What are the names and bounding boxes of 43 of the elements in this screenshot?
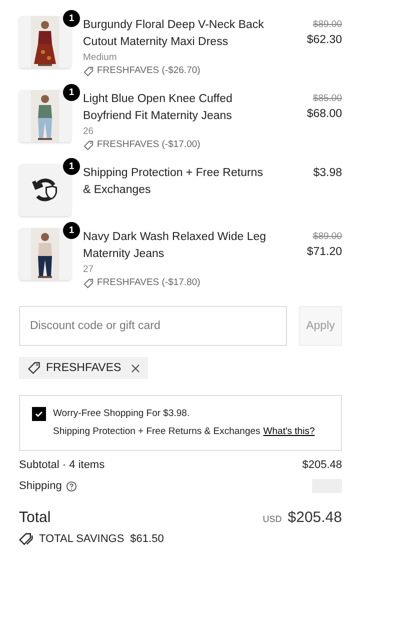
shipping-label: Shipping bbox=[19, 480, 62, 492]
discount-code-text: FRESHFAVES bbox=[46, 362, 122, 374]
quantity-badge: 1 bbox=[63, 158, 80, 175]
original-price: $89.00 bbox=[312, 18, 342, 32]
help-icon[interactable] bbox=[66, 480, 77, 492]
total-label: Total bbox=[19, 509, 51, 526]
checkbox[interactable] bbox=[32, 407, 46, 421]
close-icon[interactable] bbox=[131, 364, 140, 372]
savings-value: $61.50 bbox=[130, 533, 164, 545]
quantity-badge: 1 bbox=[63, 84, 80, 101]
total-value: $205.48 bbox=[288, 509, 342, 526]
variant-text: Medium bbox=[83, 51, 118, 64]
whats-this-link[interactable]: What's this? bbox=[263, 426, 315, 437]
protection-title: Worry-Free Shopping For $3.98. bbox=[53, 407, 191, 421]
discount-text: FRESHFAVES (-$17.80) bbox=[97, 276, 200, 290]
quantity-badge: 1 bbox=[63, 10, 80, 27]
protection-description: Shipping Protection + Free Returns & Exchanges bbox=[53, 426, 260, 437]
price: $71.20 bbox=[306, 245, 342, 260]
product-name: Shipping Protection + Free Returns & Exchanges bbox=[83, 166, 264, 198]
product-name: Navy Dark Wash Relaxed Wide Leg Maternity Jeans bbox=[83, 230, 268, 262]
tag-icon bbox=[27, 361, 41, 375]
subtotal-value: $205.48 bbox=[302, 459, 342, 471]
tag-icon bbox=[83, 66, 94, 76]
original-price: $89.00 bbox=[312, 230, 342, 244]
price: $3.98 bbox=[312, 166, 342, 181]
tags-icon bbox=[19, 532, 33, 546]
savings-label: TOTAL SAVINGS bbox=[39, 533, 124, 545]
check-icon bbox=[34, 409, 44, 419]
discount-text: FRESHFAVES (-$17.00) bbox=[97, 138, 200, 152]
price: $68.00 bbox=[306, 107, 342, 122]
discount-code-field[interactable]: Discount code or gift card bbox=[19, 306, 287, 346]
price: $62.30 bbox=[306, 33, 342, 48]
subtotal-label: Subtotal · 4 items bbox=[19, 459, 105, 471]
discount-text: FRESHFAVES (-$26.70) bbox=[97, 64, 200, 78]
variant-text: 26 bbox=[83, 125, 95, 138]
tag-icon bbox=[83, 140, 94, 150]
original-price: $85.00 bbox=[312, 92, 342, 106]
quantity-badge: 1 bbox=[63, 222, 80, 239]
tag-icon bbox=[83, 278, 94, 288]
variant-text: 27 bbox=[83, 263, 95, 276]
product-name: Light Blue Open Knee Cuffed Boyfriend Fit Maternity Jeans bbox=[83, 92, 234, 124]
product-name: Burgundy Floral Deep V-Neck Back Cutout Maternity Maxi Dress bbox=[83, 18, 265, 50]
currency: USD bbox=[262, 514, 282, 524]
